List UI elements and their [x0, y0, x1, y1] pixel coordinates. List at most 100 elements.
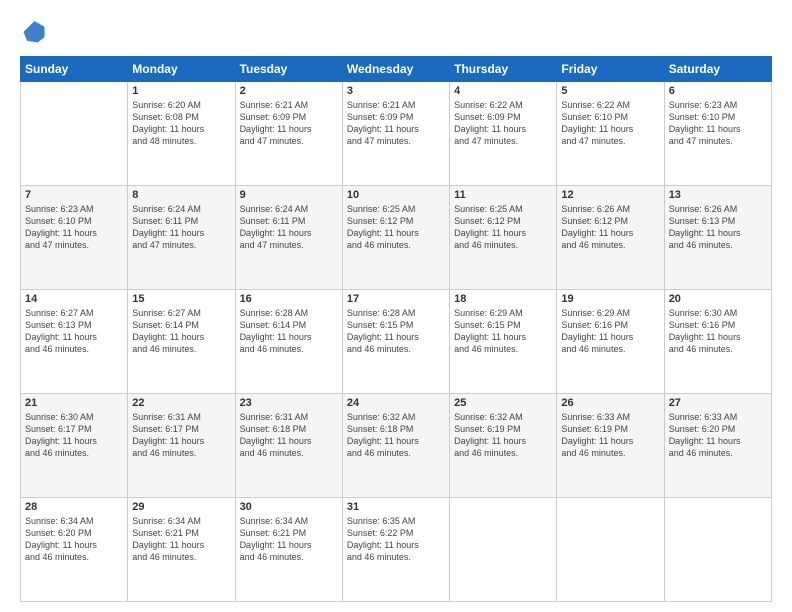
- calendar-header-monday: Monday: [128, 57, 235, 82]
- day-number: 2: [240, 85, 338, 97]
- day-number: 19: [561, 293, 659, 305]
- calendar-header-thursday: Thursday: [450, 57, 557, 82]
- logo: [20, 18, 52, 46]
- day-number: 4: [454, 85, 552, 97]
- day-number: 1: [132, 85, 230, 97]
- day-number: 31: [347, 501, 445, 513]
- day-info: Sunrise: 6:21 AM Sunset: 6:09 PM Dayligh…: [240, 99, 338, 148]
- day-number: 21: [25, 397, 123, 409]
- day-info: Sunrise: 6:27 AM Sunset: 6:14 PM Dayligh…: [132, 307, 230, 356]
- day-number: 8: [132, 189, 230, 201]
- day-number: 27: [669, 397, 767, 409]
- calendar-cell: 6 Sunrise: 6:23 AM Sunset: 6:10 PM Daylig…: [664, 82, 771, 186]
- day-number: 17: [347, 293, 445, 305]
- day-info: Sunrise: 6:22 AM Sunset: 6:10 PM Dayligh…: [561, 99, 659, 148]
- day-number: 30: [240, 501, 338, 513]
- day-number: 22: [132, 397, 230, 409]
- day-info: Sunrise: 6:22 AM Sunset: 6:09 PM Dayligh…: [454, 99, 552, 148]
- day-info: Sunrise: 6:26 AM Sunset: 6:13 PM Dayligh…: [669, 203, 767, 252]
- day-info: Sunrise: 6:27 AM Sunset: 6:13 PM Dayligh…: [25, 307, 123, 356]
- calendar-cell: 4 Sunrise: 6:22 AM Sunset: 6:09 PM Daylig…: [450, 82, 557, 186]
- calendar-week-3: 14 Sunrise: 6:27 AM Sunset: 6:13 PM Dayli…: [21, 290, 772, 394]
- calendar-cell: [664, 498, 771, 602]
- day-info: Sunrise: 6:29 AM Sunset: 6:15 PM Dayligh…: [454, 307, 552, 356]
- day-number: 12: [561, 189, 659, 201]
- logo-icon: [20, 18, 48, 46]
- calendar-cell: [557, 498, 664, 602]
- day-number: 5: [561, 85, 659, 97]
- calendar-cell: 19 Sunrise: 6:29 AM Sunset: 6:16 PM Dayli…: [557, 290, 664, 394]
- calendar-header-sunday: Sunday: [21, 57, 128, 82]
- day-number: 24: [347, 397, 445, 409]
- day-info: Sunrise: 6:32 AM Sunset: 6:18 PM Dayligh…: [347, 411, 445, 460]
- day-info: Sunrise: 6:26 AM Sunset: 6:12 PM Dayligh…: [561, 203, 659, 252]
- calendar-cell: 8 Sunrise: 6:24 AM Sunset: 6:11 PM Daylig…: [128, 186, 235, 290]
- day-number: 29: [132, 501, 230, 513]
- calendar-cell: 26 Sunrise: 6:33 AM Sunset: 6:19 PM Dayli…: [557, 394, 664, 498]
- day-info: Sunrise: 6:35 AM Sunset: 6:22 PM Dayligh…: [347, 515, 445, 564]
- day-info: Sunrise: 6:32 AM Sunset: 6:19 PM Dayligh…: [454, 411, 552, 460]
- calendar-cell: 18 Sunrise: 6:29 AM Sunset: 6:15 PM Dayli…: [450, 290, 557, 394]
- calendar-week-5: 28Sunrise: 6:34 AM Sunset: 6:20 PM Dayli…: [21, 498, 772, 602]
- calendar-cell: [450, 498, 557, 602]
- calendar-cell: 7Sunrise: 6:23 AM Sunset: 6:10 PM Daylig…: [21, 186, 128, 290]
- calendar-cell: 12 Sunrise: 6:26 AM Sunset: 6:12 PM Dayli…: [557, 186, 664, 290]
- day-number: 26: [561, 397, 659, 409]
- day-info: Sunrise: 6:30 AM Sunset: 6:16 PM Dayligh…: [669, 307, 767, 356]
- calendar-header-wednesday: Wednesday: [342, 57, 449, 82]
- calendar-cell: 15 Sunrise: 6:27 AM Sunset: 6:14 PM Dayli…: [128, 290, 235, 394]
- day-info: Sunrise: 6:20 AM Sunset: 6:08 PM Dayligh…: [132, 99, 230, 148]
- calendar-cell: 1 Sunrise: 6:20 AM Sunset: 6:08 PM Daylig…: [128, 82, 235, 186]
- day-info: Sunrise: 6:34 AM Sunset: 6:21 PM Dayligh…: [132, 515, 230, 564]
- day-info: Sunrise: 6:23 AM Sunset: 6:10 PM Dayligh…: [25, 203, 123, 252]
- day-info: Sunrise: 6:34 AM Sunset: 6:21 PM Dayligh…: [240, 515, 338, 564]
- day-info: Sunrise: 6:34 AM Sunset: 6:20 PM Dayligh…: [25, 515, 123, 564]
- calendar-cell: 16Sunrise: 6:28 AM Sunset: 6:14 PM Dayli…: [235, 290, 342, 394]
- day-info: Sunrise: 6:25 AM Sunset: 6:12 PM Dayligh…: [347, 203, 445, 252]
- calendar-week-4: 21 Sunrise: 6:30 AM Sunset: 6:17 PM Dayli…: [21, 394, 772, 498]
- day-info: Sunrise: 6:21 AM Sunset: 6:09 PM Dayligh…: [347, 99, 445, 148]
- header: [20, 18, 772, 46]
- day-info: Sunrise: 6:24 AM Sunset: 6:11 PM Dayligh…: [132, 203, 230, 252]
- calendar-cell: 2 Sunrise: 6:21 AM Sunset: 6:09 PM Daylig…: [235, 82, 342, 186]
- day-number: 15: [132, 293, 230, 305]
- day-info: Sunrise: 6:30 AM Sunset: 6:17 PM Dayligh…: [25, 411, 123, 460]
- calendar-header-row: SundayMondayTuesdayWednesdayThursdayFrid…: [21, 57, 772, 82]
- page: SundayMondayTuesdayWednesdayThursdayFrid…: [0, 0, 792, 612]
- day-number: 3: [347, 85, 445, 97]
- day-info: Sunrise: 6:25 AM Sunset: 6:12 PM Dayligh…: [454, 203, 552, 252]
- day-number: 20: [669, 293, 767, 305]
- day-number: 6: [669, 85, 767, 97]
- day-info: Sunrise: 6:29 AM Sunset: 6:16 PM Dayligh…: [561, 307, 659, 356]
- calendar-cell: 24 Sunrise: 6:32 AM Sunset: 6:18 PM Dayli…: [342, 394, 449, 498]
- calendar-cell: 23Sunrise: 6:31 AM Sunset: 6:18 PM Dayli…: [235, 394, 342, 498]
- calendar-header-saturday: Saturday: [664, 57, 771, 82]
- calendar-cell: 13Sunrise: 6:26 AM Sunset: 6:13 PM Dayli…: [664, 186, 771, 290]
- calendar-week-2: 7Sunrise: 6:23 AM Sunset: 6:10 PM Daylig…: [21, 186, 772, 290]
- day-info: Sunrise: 6:28 AM Sunset: 6:14 PM Dayligh…: [240, 307, 338, 356]
- calendar-header-friday: Friday: [557, 57, 664, 82]
- day-number: 18: [454, 293, 552, 305]
- calendar-cell: 21 Sunrise: 6:30 AM Sunset: 6:17 PM Dayli…: [21, 394, 128, 498]
- calendar-cell: 25Sunrise: 6:32 AM Sunset: 6:19 PM Dayli…: [450, 394, 557, 498]
- calendar-cell: 28Sunrise: 6:34 AM Sunset: 6:20 PM Dayli…: [21, 498, 128, 602]
- calendar-cell: 17 Sunrise: 6:28 AM Sunset: 6:15 PM Dayli…: [342, 290, 449, 394]
- day-info: Sunrise: 6:33 AM Sunset: 6:19 PM Dayligh…: [561, 411, 659, 460]
- calendar-cell: 31 Sunrise: 6:35 AM Sunset: 6:22 PM Dayli…: [342, 498, 449, 602]
- calendar-cell: 20 Sunrise: 6:30 AM Sunset: 6:16 PM Dayli…: [664, 290, 771, 394]
- day-number: 11: [454, 189, 552, 201]
- calendar-header-tuesday: Tuesday: [235, 57, 342, 82]
- day-info: Sunrise: 6:23 AM Sunset: 6:10 PM Dayligh…: [669, 99, 767, 148]
- calendar-cell: 9Sunrise: 6:24 AM Sunset: 6:11 PM Daylig…: [235, 186, 342, 290]
- day-number: 14: [25, 293, 123, 305]
- calendar-week-1: 1 Sunrise: 6:20 AM Sunset: 6:08 PM Daylig…: [21, 82, 772, 186]
- calendar-cell: 29 Sunrise: 6:34 AM Sunset: 6:21 PM Dayli…: [128, 498, 235, 602]
- calendar-cell: [21, 82, 128, 186]
- day-info: Sunrise: 6:33 AM Sunset: 6:20 PM Dayligh…: [669, 411, 767, 460]
- calendar-cell: 22Sunrise: 6:31 AM Sunset: 6:17 PM Dayli…: [128, 394, 235, 498]
- calendar-cell: 5 Sunrise: 6:22 AM Sunset: 6:10 PM Daylig…: [557, 82, 664, 186]
- calendar-cell: 27 Sunrise: 6:33 AM Sunset: 6:20 PM Dayli…: [664, 394, 771, 498]
- day-info: Sunrise: 6:28 AM Sunset: 6:15 PM Dayligh…: [347, 307, 445, 356]
- calendar-cell: 14 Sunrise: 6:27 AM Sunset: 6:13 PM Dayli…: [21, 290, 128, 394]
- calendar-cell: 3 Sunrise: 6:21 AM Sunset: 6:09 PM Daylig…: [342, 82, 449, 186]
